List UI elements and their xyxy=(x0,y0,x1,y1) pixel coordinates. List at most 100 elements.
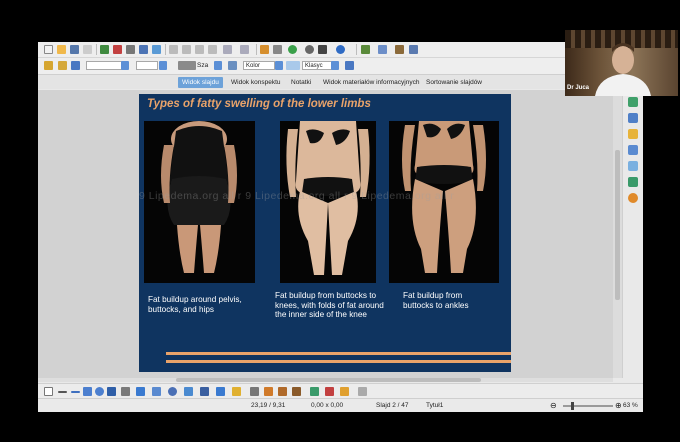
open-icon[interactable] xyxy=(57,45,66,54)
image-icon[interactable] xyxy=(278,387,287,396)
hyperlink-icon[interactable] xyxy=(288,45,297,54)
shadow-icon[interactable] xyxy=(345,61,354,70)
area-fill-dropdown-icon[interactable] xyxy=(331,61,339,70)
help-icon[interactable] xyxy=(336,45,345,54)
slide-layout-name: Tytuł1 xyxy=(426,402,444,409)
master-slides-icon[interactable] xyxy=(628,113,638,123)
align-icon[interactable] xyxy=(340,387,349,396)
slide-transition-icon[interactable] xyxy=(628,145,638,155)
symbol-shapes-icon[interactable] xyxy=(168,387,177,396)
zoom-in-icon[interactable]: ⊕ xyxy=(615,399,622,412)
slide-layout-icon[interactable] xyxy=(378,45,387,54)
video-call-tile[interactable]: Dr Juca xyxy=(565,30,678,96)
styles-sidebar-icon[interactable] xyxy=(628,161,638,171)
horizontal-scrollbar[interactable] xyxy=(38,378,613,382)
gallery-icon[interactable] xyxy=(318,45,327,54)
tab-slide-view[interactable]: Widok slajdu xyxy=(178,77,223,88)
clone-format-icon[interactable] xyxy=(208,45,217,54)
figure-illustration xyxy=(402,121,486,273)
styles-icon[interactable] xyxy=(44,61,53,70)
spellcheck-icon[interactable] xyxy=(139,45,148,54)
curve-icon[interactable] xyxy=(121,387,130,396)
slide-icon[interactable] xyxy=(361,45,370,54)
autospell-icon[interactable] xyxy=(152,45,161,54)
edit-file-icon[interactable] xyxy=(100,45,109,54)
fill-color-swatch[interactable] xyxy=(286,61,300,70)
zoom-out-icon[interactable]: ⊖ xyxy=(550,399,557,412)
sidebar-deck xyxy=(622,90,643,378)
tab-notes-view[interactable]: Notatki xyxy=(287,77,315,88)
zoom-level[interactable]: 63 % xyxy=(623,399,638,412)
cut-icon[interactable] xyxy=(169,45,178,54)
area-fill-select[interactable]: Klasyc xyxy=(302,61,332,70)
slideshow-icon[interactable] xyxy=(395,45,404,54)
slide-workspace[interactable]: Types of fatty swelling of the lower lim… xyxy=(38,90,613,378)
extrusion-icon[interactable] xyxy=(310,387,319,396)
scroll-thumb[interactable] xyxy=(176,378,481,382)
fontwork-icon[interactable] xyxy=(264,387,273,396)
block-arrows-icon[interactable] xyxy=(184,387,193,396)
print-icon[interactable] xyxy=(126,45,135,54)
stars-icon[interactable] xyxy=(232,387,241,396)
separator xyxy=(256,44,257,55)
navigator-icon[interactable] xyxy=(305,45,314,54)
ellipse-icon[interactable] xyxy=(95,387,104,396)
line-tool-icon[interactable] xyxy=(58,391,67,393)
redo-icon[interactable] xyxy=(240,45,249,54)
line-style-dropdown-icon[interactable] xyxy=(121,61,129,70)
present-icon[interactable] xyxy=(409,45,418,54)
figure-illustration xyxy=(161,121,237,273)
line-icon[interactable] xyxy=(58,61,67,70)
accent-bar xyxy=(166,352,511,355)
paste-icon[interactable] xyxy=(195,45,204,54)
gallery-sidebar-icon[interactable] xyxy=(628,177,638,187)
save-icon[interactable] xyxy=(70,45,79,54)
scroll-thumb[interactable] xyxy=(615,150,620,300)
arrange-icon[interactable] xyxy=(358,387,367,396)
area-style-dropdown-icon[interactable] xyxy=(214,61,222,70)
figure-illustration xyxy=(286,121,370,275)
line-color-swatch[interactable] xyxy=(178,61,196,70)
mail-icon[interactable] xyxy=(83,45,92,54)
chart-icon[interactable] xyxy=(260,45,269,54)
export-pdf-icon[interactable] xyxy=(113,45,122,54)
tab-handout-view[interactable]: Widok materiałów informacyjnych xyxy=(319,77,423,88)
separator xyxy=(356,44,357,55)
basic-shapes-icon[interactable] xyxy=(152,387,161,396)
line-width-input[interactable] xyxy=(136,61,158,70)
flowchart-icon[interactable] xyxy=(200,387,209,396)
tab-slide-sorter[interactable]: Sortowanie slajdów xyxy=(422,77,486,88)
transform-icon[interactable] xyxy=(325,387,334,396)
text-tool-icon[interactable] xyxy=(107,387,116,396)
caption-leg[interactable]: Fat buildup from buttocks to ankles xyxy=(403,291,493,310)
impress-window: Sza Kolor Klasyc Widok slajdu Widok kons… xyxy=(38,42,643,412)
color-mode-dropdown-icon[interactable] xyxy=(275,61,283,70)
status-bar: 23,19 / 9,31 0,00 x 0,00 Slajd 2 / 47 Ty… xyxy=(38,398,643,412)
color-mode-select[interactable]: Kolor xyxy=(243,61,275,70)
line-width-spinner-icon[interactable] xyxy=(159,61,167,70)
separator xyxy=(96,44,97,55)
select-icon[interactable] xyxy=(44,387,53,396)
points-icon[interactable] xyxy=(250,387,259,396)
navigator-sidebar-icon[interactable] xyxy=(628,193,638,203)
connector-icon[interactable] xyxy=(136,387,145,396)
rectangle-icon[interactable] xyxy=(83,387,92,396)
properties-icon[interactable] xyxy=(628,97,638,107)
tab-outline-view[interactable]: Widok konspektu xyxy=(227,77,285,88)
arrow-tool-icon[interactable] xyxy=(71,391,80,393)
zoom-slider-knob[interactable] xyxy=(571,402,574,410)
insert-chart-icon[interactable] xyxy=(292,387,301,396)
slide-canvas[interactable]: Types of fatty swelling of the lower lim… xyxy=(139,94,511,372)
area-fill-icon[interactable] xyxy=(228,61,237,70)
copy-icon[interactable] xyxy=(182,45,191,54)
table-icon[interactable] xyxy=(273,45,282,54)
animation-icon[interactable] xyxy=(628,129,638,139)
vertical-scrollbar[interactable] xyxy=(613,90,622,378)
undo-icon[interactable] xyxy=(223,45,232,54)
arrow-style-icon[interactable] xyxy=(71,61,80,70)
callouts-icon[interactable] xyxy=(216,387,225,396)
new-icon[interactable] xyxy=(44,45,53,54)
slide-title[interactable]: Types of fatty swelling of the lower lim… xyxy=(147,98,371,110)
caption-thigh[interactable]: Fat buildup from buttocks to knees, with… xyxy=(275,291,385,320)
caption-pelvis[interactable]: Fat buildup around pelvis, buttocks, and… xyxy=(148,295,253,314)
